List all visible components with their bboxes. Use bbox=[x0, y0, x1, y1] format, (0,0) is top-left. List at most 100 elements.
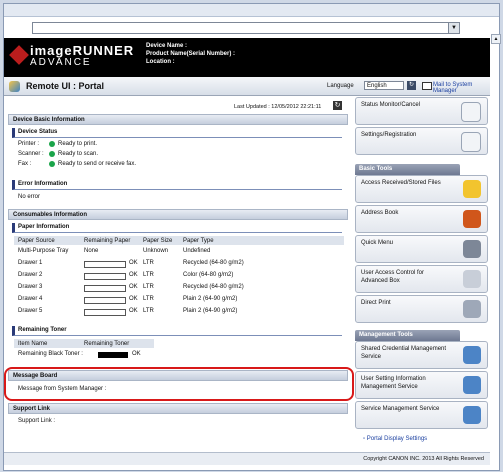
tools-icon bbox=[461, 132, 481, 152]
table-row-remaining: OK bbox=[129, 308, 138, 314]
printer-icon bbox=[463, 300, 481, 318]
table-row-remaining: OK bbox=[129, 296, 138, 302]
column-header: Paper Source bbox=[18, 238, 55, 244]
table-row-remaining: OK bbox=[129, 272, 138, 278]
location: Location : bbox=[146, 59, 175, 65]
language-select[interactable]: English bbox=[364, 81, 404, 90]
column-header: Remaining Paper bbox=[84, 238, 131, 244]
table-row-type: Plain 2 (64-90 g/m2) bbox=[183, 296, 238, 302]
management-tools-header: Management Tools bbox=[355, 330, 460, 341]
button-label: Address Book bbox=[361, 210, 399, 216]
button-label: Status Monitor/Cancel bbox=[361, 102, 421, 108]
remaining-toner-header: Remaining Toner bbox=[12, 326, 342, 336]
address-book-button[interactable]: Address Book bbox=[355, 205, 488, 233]
eye-icon bbox=[461, 102, 481, 122]
address-book-icon bbox=[463, 210, 481, 228]
link-label: Portal Display Settings bbox=[366, 436, 428, 442]
monitor-icon bbox=[463, 346, 481, 364]
fax-status: Ready to send or receive fax. bbox=[58, 161, 137, 167]
portal-bar: Remote UI : Portal Language English ↻ Ma… bbox=[4, 77, 490, 96]
printer-status: Ready to print. bbox=[58, 141, 98, 147]
table-row-type: Plain 2 (64-90 g/m2) bbox=[183, 308, 238, 314]
support-link-header: Support Link bbox=[8, 403, 348, 414]
table-row-source: Drawer 3 bbox=[18, 284, 43, 290]
language-apply-icon[interactable]: ↻ bbox=[407, 81, 416, 90]
error-text: No error bbox=[18, 194, 41, 200]
status-monitor-button[interactable]: Status Monitor/Cancel bbox=[355, 97, 488, 125]
service-management-button[interactable]: Service Management Service bbox=[355, 401, 488, 429]
basic-tools-header: Basic Tools bbox=[355, 164, 460, 175]
settings-registration-button[interactable]: Settings/Registration bbox=[355, 127, 488, 155]
toner-level-bar bbox=[98, 352, 128, 358]
logo-sub: ADVANCE bbox=[30, 57, 92, 68]
monitor-icon bbox=[463, 376, 481, 394]
quick-menu-icon bbox=[463, 240, 481, 258]
button-label: Direct Print bbox=[361, 300, 391, 306]
device-basic-header: Device Basic Information bbox=[8, 114, 348, 125]
browser-topbar bbox=[4, 4, 499, 17]
paper-level-bar bbox=[84, 297, 126, 304]
table-row-remaining: OK bbox=[129, 260, 138, 266]
monitor-icon bbox=[463, 406, 481, 424]
toner-value: OK bbox=[132, 351, 141, 357]
button-label: Settings/Registration bbox=[361, 132, 417, 138]
paper-info-header: Paper Information bbox=[12, 223, 342, 233]
table-row-type: Color (64-80 g/m2) bbox=[183, 272, 234, 278]
device-status-header: Device Status bbox=[12, 128, 342, 138]
shared-credential-button[interactable]: Shared Credential Management Service bbox=[355, 341, 488, 369]
user-setting-info-button[interactable]: User Setting Information Management Serv… bbox=[355, 371, 488, 399]
button-label: Shared Credential Management Service bbox=[361, 346, 447, 360]
scanner-status: Ready to scan. bbox=[58, 151, 99, 157]
support-link-text[interactable]: Support Link : bbox=[18, 418, 55, 424]
button-label: Quick Menu bbox=[361, 240, 394, 246]
table-row-size: LTR bbox=[143, 296, 154, 302]
access-files-button[interactable]: Access Received/Stored Files bbox=[355, 175, 488, 203]
consumables-header: Consumables Information bbox=[8, 209, 348, 220]
table-row-type: Recycled (64-80 g/m2) bbox=[183, 260, 244, 266]
scroll-up-icon[interactable]: ▲ bbox=[491, 34, 501, 44]
folder-icon bbox=[463, 180, 481, 198]
portal-display-settings-link[interactable]: ▫ Portal Display Settings bbox=[363, 436, 427, 442]
table-row-remaining: None bbox=[84, 248, 99, 254]
status-dot-icon bbox=[49, 151, 55, 157]
quick-menu-button[interactable]: Quick Menu bbox=[355, 235, 488, 263]
chevron-down-icon[interactable]: ▼ bbox=[448, 23, 459, 33]
product-name: Product Name(Serial Number) : bbox=[146, 51, 236, 57]
status-dot-icon bbox=[49, 161, 55, 167]
device-name: Device Name : bbox=[146, 43, 188, 49]
status-dot-icon bbox=[49, 141, 55, 147]
column-header: Paper Size bbox=[143, 238, 173, 244]
box-icon bbox=[463, 270, 481, 288]
table-row-size: LTR bbox=[143, 284, 154, 290]
user-access-control-button[interactable]: User Access Control for Advanced Box bbox=[355, 265, 488, 293]
table-row-remaining: OK bbox=[129, 284, 138, 290]
scanner-label: Scanner : bbox=[18, 151, 44, 157]
table-row-source: Drawer 5 bbox=[18, 308, 43, 314]
copyright: Copyright CANON INC. 2013 All Rights Res… bbox=[363, 456, 484, 462]
mail-to-manager-link[interactable]: Mail to System Manager bbox=[433, 82, 490, 94]
language-label: Language bbox=[327, 83, 354, 89]
paper-table-header bbox=[14, 236, 344, 245]
table-row-source: Drawer 2 bbox=[18, 272, 43, 278]
column-header: Paper Type bbox=[183, 238, 214, 244]
table-row-size: LTR bbox=[143, 308, 154, 314]
table-row-size: LTR bbox=[143, 272, 154, 278]
column-header: Remaining Toner bbox=[84, 341, 130, 347]
address-dropdown[interactable]: ▼ bbox=[32, 22, 460, 34]
fax-label: Fax : bbox=[18, 161, 32, 167]
table-row-source: Multi-Purpose Tray bbox=[18, 248, 69, 254]
footer: Copyright CANON INC. 2013 All Rights Res… bbox=[4, 452, 490, 465]
error-info-header: Error Information bbox=[12, 180, 342, 190]
column-header: Item Name bbox=[18, 341, 48, 347]
button-label: User Access Control for Advanced Box bbox=[361, 270, 425, 284]
toner-label: Remaining Black Toner : bbox=[18, 351, 83, 357]
highlight-outline bbox=[4, 367, 354, 401]
paper-level-bar bbox=[84, 261, 126, 268]
button-label: Service Management Service bbox=[361, 406, 440, 412]
mail-icon[interactable] bbox=[422, 82, 432, 90]
refresh-icon[interactable]: ↻ bbox=[333, 101, 342, 110]
table-row-source: Drawer 1 bbox=[18, 260, 43, 266]
direct-print-button[interactable]: Direct Print bbox=[355, 295, 488, 323]
table-row-size: LTR bbox=[143, 260, 154, 266]
table-row-type: Recycled (64-80 g/m2) bbox=[183, 284, 244, 290]
